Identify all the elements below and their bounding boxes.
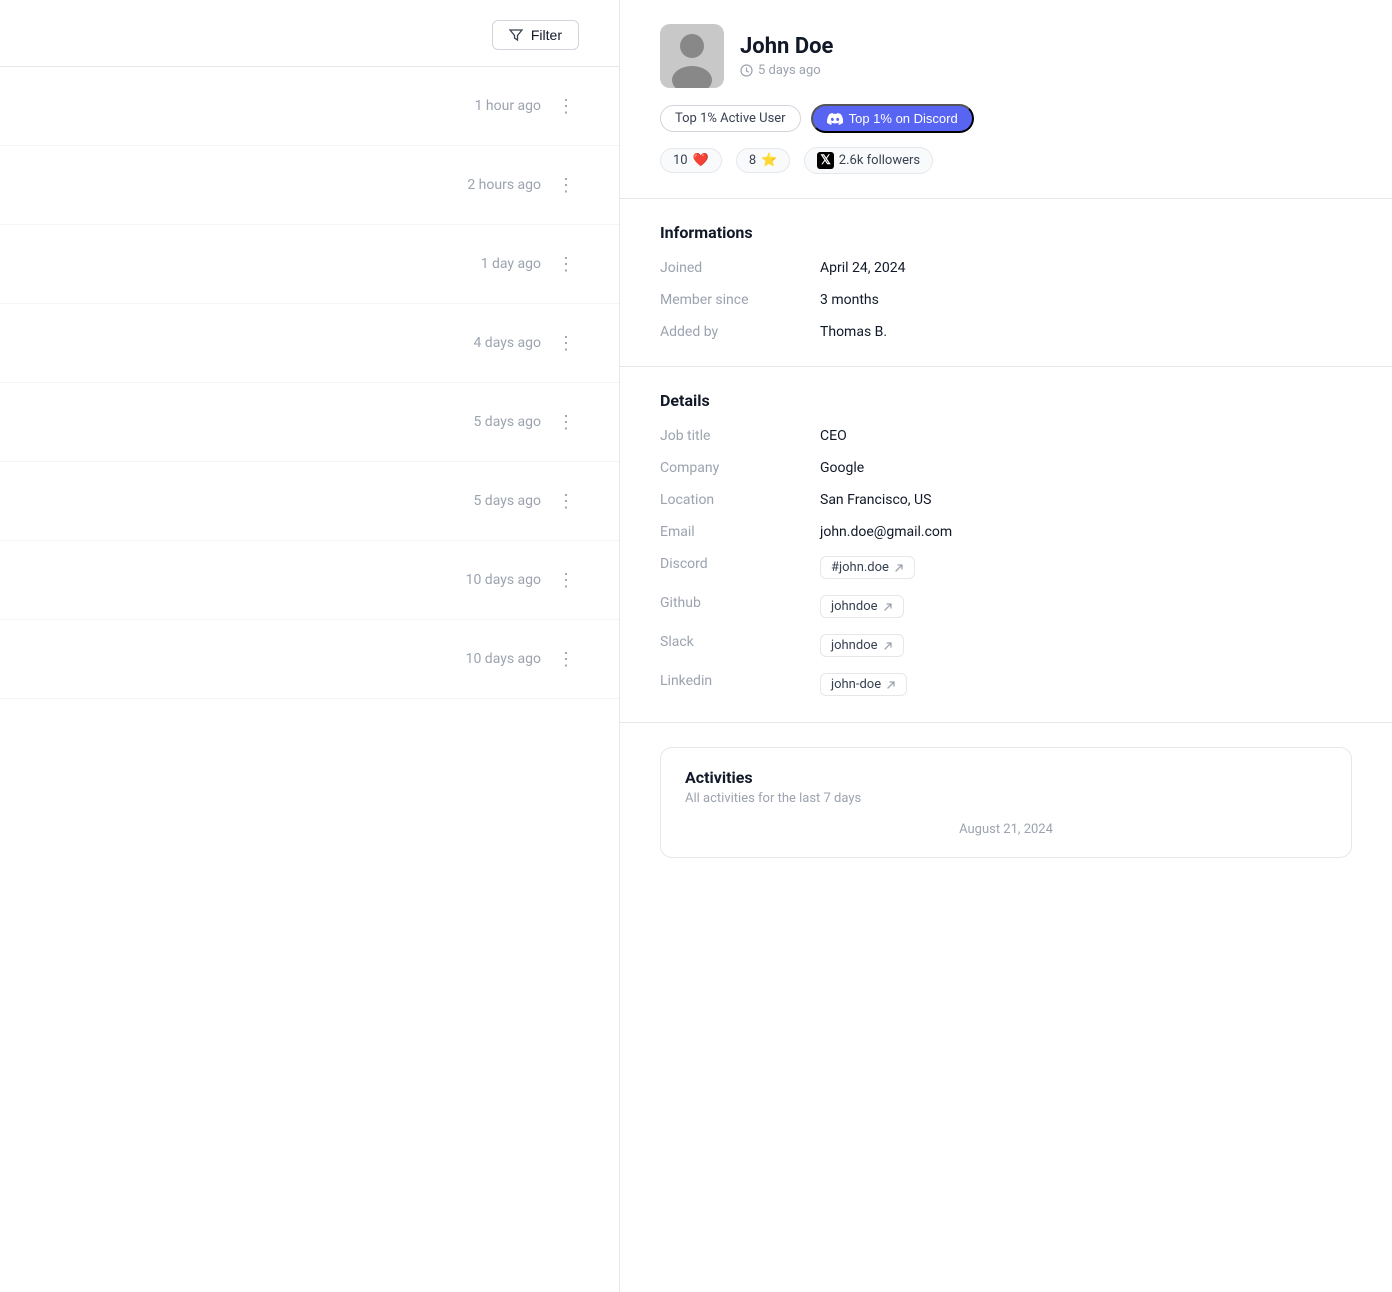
list-item-time: 2 hours ago: [467, 177, 541, 193]
filter-row: Filter: [0, 20, 619, 67]
detail-link-tag[interactable]: john-doe: [820, 673, 907, 696]
info-label: Member since: [660, 290, 820, 310]
list-item-time: 5 days ago: [473, 493, 541, 509]
list-item: 10 days ago ⋮: [0, 541, 619, 620]
detail-label: Discord: [660, 554, 820, 581]
badges-row: Top 1% Active User Top 1% on Discord: [660, 104, 1352, 133]
profile-header: John Doe 5 days ago Top 1% Active User T…: [620, 0, 1392, 199]
external-link-icon: [886, 680, 896, 690]
detail-value: john.doe@gmail.com: [820, 522, 1352, 542]
star-icon: ⭐: [761, 153, 777, 168]
detail-link-tag[interactable]: johndoe: [820, 634, 904, 657]
list-item: 5 days ago ⋮: [0, 462, 619, 541]
discord-icon: [827, 113, 843, 125]
hearts-stat: 10 ❤️: [660, 148, 722, 173]
detail-value: Google: [820, 458, 1352, 478]
twitter-followers-stat: 𝕏 2.6k followers: [804, 147, 933, 174]
list-item-menu-button[interactable]: ⋮: [553, 253, 579, 275]
detail-link-tag[interactable]: johndoe: [820, 595, 904, 618]
list-item: 2 hours ago ⋮: [0, 146, 619, 225]
list-item: 10 days ago ⋮: [0, 620, 619, 699]
detail-label: Github: [660, 593, 820, 620]
profile-time: 5 days ago: [740, 63, 833, 78]
activities-date: August 21, 2024: [685, 822, 1327, 837]
list-item-time: 1 day ago: [481, 256, 541, 272]
detail-value: San Francisco, US: [820, 490, 1352, 510]
external-link-icon: [894, 563, 904, 573]
list-item-menu-button[interactable]: ⋮: [553, 490, 579, 512]
filter-button[interactable]: Filter: [492, 20, 579, 50]
profile-name-area: John Doe 5 days ago: [740, 34, 833, 78]
list-item: 5 days ago ⋮: [0, 383, 619, 462]
detail-label: Location: [660, 490, 820, 510]
discord-badge-label: Top 1% on Discord: [849, 111, 958, 126]
list-item-time: 4 days ago: [473, 335, 541, 351]
detail-label: Slack: [660, 632, 820, 659]
badge-discord-button[interactable]: Top 1% on Discord: [811, 104, 974, 133]
activities-subtitle: All activities for the last 7 days: [685, 791, 1327, 806]
heart-icon: ❤️: [693, 153, 709, 168]
detail-value: johndoe: [820, 632, 1352, 659]
profile-top: John Doe 5 days ago: [660, 24, 1352, 88]
list-item-menu-button[interactable]: ⋮: [553, 332, 579, 354]
profile-name: John Doe: [740, 34, 833, 59]
external-link-icon: [883, 602, 893, 612]
filter-label: Filter: [531, 27, 562, 43]
details-title: Details: [660, 391, 1352, 410]
detail-value: johndoe: [820, 593, 1352, 620]
activities-section: Activities All activities for the last 7…: [620, 723, 1392, 882]
detail-value: CEO: [820, 426, 1352, 446]
detail-label: Job title: [660, 426, 820, 446]
list-item-time: 10 days ago: [466, 651, 541, 667]
stars-stat: 8 ⭐: [736, 148, 791, 173]
list-item-time: 1 hour ago: [475, 98, 541, 114]
hearts-count: 10: [673, 153, 688, 168]
info-value: April 24, 2024: [820, 258, 1352, 278]
x-icon: 𝕏: [817, 152, 833, 169]
detail-link-tag[interactable]: #john.doe: [820, 556, 915, 579]
detail-label: Linkedin: [660, 671, 820, 698]
filter-icon: [509, 28, 523, 42]
info-label: Added by: [660, 322, 820, 342]
avatar: [660, 24, 724, 88]
info-value: 3 months: [820, 290, 1352, 310]
list-item: 4 days ago ⋮: [0, 304, 619, 383]
badge-active-user: Top 1% Active User: [660, 105, 801, 132]
followers-count: 2.6k followers: [839, 153, 920, 168]
list-item: 1 hour ago ⋮: [0, 67, 619, 146]
list-item: 1 day ago ⋮: [0, 225, 619, 304]
list-item-time: 5 days ago: [473, 414, 541, 430]
list-item-menu-button[interactable]: ⋮: [553, 411, 579, 433]
left-panel: Filter 1 hour ago ⋮ 2 hours ago ⋮ 1 day …: [0, 0, 620, 1292]
detail-value: john-doe: [820, 671, 1352, 698]
list-item-time: 10 days ago: [466, 572, 541, 588]
details-section: Details Job titleCEOCompanyGoogleLocatio…: [620, 367, 1392, 723]
informations-title: Informations: [660, 223, 1352, 242]
details-grid: Job titleCEOCompanyGoogleLocationSan Fra…: [660, 426, 1352, 698]
list-items: 1 hour ago ⋮ 2 hours ago ⋮ 1 day ago ⋮ 4…: [0, 67, 619, 699]
list-item-menu-button[interactable]: ⋮: [553, 569, 579, 591]
external-link-icon: [883, 641, 893, 651]
clock-icon: [740, 64, 753, 77]
stars-count: 8: [749, 153, 756, 168]
activities-card: Activities All activities for the last 7…: [660, 747, 1352, 858]
detail-label: Company: [660, 458, 820, 478]
info-value: Thomas B.: [820, 322, 1352, 342]
info-label: Joined: [660, 258, 820, 278]
detail-label: Email: [660, 522, 820, 542]
last-seen: 5 days ago: [758, 63, 821, 78]
list-item-menu-button[interactable]: ⋮: [553, 95, 579, 117]
detail-value: #john.doe: [820, 554, 1352, 581]
informations-section: Informations JoinedApril 24, 2024Member …: [620, 199, 1392, 367]
right-panel: John Doe 5 days ago Top 1% Active User T…: [620, 0, 1392, 1292]
list-item-menu-button[interactable]: ⋮: [553, 648, 579, 670]
informations-grid: JoinedApril 24, 2024Member since3 months…: [660, 258, 1352, 342]
stats-row: 10 ❤️ 8 ⭐ 𝕏 2.6k followers: [660, 147, 1352, 174]
list-item-menu-button[interactable]: ⋮: [553, 174, 579, 196]
activities-title: Activities: [685, 768, 1327, 787]
